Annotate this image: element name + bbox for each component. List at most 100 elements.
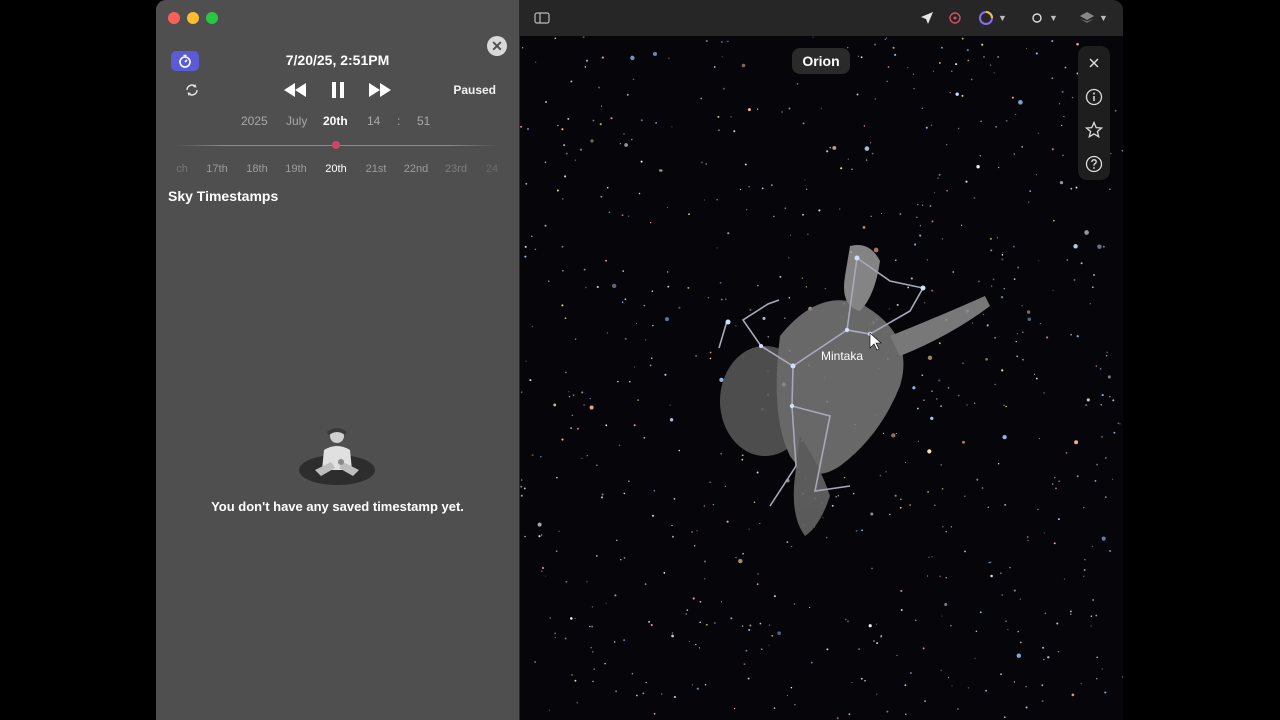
background-star — [1016, 355, 1019, 358]
minute-picker[interactable]: 51 — [417, 114, 430, 128]
background-star — [640, 160, 643, 163]
background-star — [1092, 599, 1094, 601]
day-item[interactable]: 19th — [278, 163, 314, 175]
sky-view[interactable]: ▼ ▼ ▼ Mintaka Orion — [520, 0, 1123, 720]
background-star — [733, 707, 736, 710]
background-star — [627, 215, 630, 217]
background-star — [709, 351, 712, 354]
background-star — [565, 152, 568, 155]
day-item[interactable]: 23rd — [438, 163, 474, 175]
background-star — [1035, 377, 1038, 380]
background-star — [994, 383, 996, 386]
background-star — [989, 237, 992, 240]
background-star — [667, 285, 670, 288]
background-star — [561, 304, 564, 307]
pause-button[interactable] — [328, 80, 348, 100]
location-arrow-icon[interactable] — [920, 10, 934, 26]
background-star — [643, 436, 646, 439]
day-picker[interactable]: 20th — [323, 114, 348, 128]
month-picker[interactable]: July — [286, 114, 307, 128]
background-star — [721, 56, 723, 58]
day-item[interactable]: 22nd — [398, 163, 434, 175]
layers-icon — [1080, 12, 1094, 23]
background-star — [870, 215, 872, 218]
window-zoom-button[interactable] — [206, 12, 218, 24]
background-star — [1063, 115, 1065, 118]
background-star — [1052, 289, 1054, 291]
background-star — [938, 62, 941, 64]
sync-icon[interactable] — [184, 82, 200, 98]
window-close-button[interactable] — [168, 12, 180, 24]
background-star — [796, 83, 799, 85]
background-star — [768, 624, 771, 626]
background-star — [952, 271, 955, 273]
day-item[interactable]: ch — [164, 163, 200, 175]
day-item[interactable]: 21st — [358, 163, 394, 175]
background-star — [822, 517, 824, 519]
fast-forward-button[interactable] — [367, 80, 393, 100]
background-star — [914, 243, 917, 246]
hour-picker[interactable]: 14 — [367, 114, 380, 128]
background-star — [940, 46, 943, 49]
sidebar-toggle-icon[interactable] — [534, 10, 550, 26]
background-star — [899, 212, 902, 216]
close-selection-button[interactable] — [1078, 47, 1110, 79]
background-star — [538, 535, 541, 538]
background-star — [791, 545, 793, 547]
background-star — [571, 674, 573, 676]
background-star — [990, 574, 993, 578]
background-star — [704, 683, 707, 686]
background-star — [759, 622, 762, 625]
background-star — [1057, 650, 1060, 653]
background-star — [688, 213, 690, 216]
background-star — [520, 391, 523, 393]
constellation-label[interactable]: Orion — [792, 48, 850, 74]
appearance-menu[interactable]: ▼ — [978, 10, 1007, 26]
background-star — [1112, 478, 1114, 480]
info-button[interactable] — [1078, 81, 1110, 113]
time-slider-thumb[interactable] — [332, 141, 340, 149]
background-star — [786, 541, 789, 544]
star-field[interactable]: Mintaka — [520, 36, 1123, 720]
background-star — [1110, 152, 1112, 155]
favorite-button[interactable] — [1078, 114, 1110, 146]
background-star — [596, 285, 599, 289]
day-item[interactable]: 17th — [199, 163, 235, 175]
year-picker[interactable]: 2025 — [241, 114, 268, 128]
background-star — [1005, 119, 1008, 122]
rewind-button[interactable] — [282, 80, 308, 100]
layers-menu[interactable]: ▼ — [1079, 10, 1108, 26]
background-star — [946, 144, 948, 146]
background-star — [1059, 180, 1064, 185]
background-star — [615, 690, 618, 693]
background-star — [652, 324, 654, 327]
day-item[interactable]: 24 — [474, 163, 510, 175]
background-star — [928, 556, 930, 559]
chevron-down-icon: ▼ — [1099, 13, 1108, 23]
filter-icon[interactable] — [948, 10, 962, 26]
background-star — [864, 146, 870, 151]
day-item-selected[interactable]: 20th — [318, 163, 354, 175]
background-star — [940, 405, 942, 407]
background-star — [1012, 245, 1015, 248]
help-button[interactable] — [1078, 148, 1110, 180]
background-star — [576, 427, 579, 430]
background-star — [1011, 96, 1014, 99]
display-menu[interactable]: ▼ — [1031, 10, 1058, 26]
background-star — [807, 233, 809, 235]
background-star — [537, 522, 542, 527]
star-icon — [1085, 121, 1103, 139]
day-item[interactable]: 18th — [239, 163, 275, 175]
background-star — [980, 120, 982, 123]
background-star — [608, 211, 611, 214]
background-star — [540, 456, 542, 458]
background-star — [962, 440, 965, 444]
background-star — [520, 485, 523, 488]
background-star — [881, 212, 883, 215]
background-star — [1055, 487, 1057, 490]
window-minimize-button[interactable] — [187, 12, 199, 24]
background-star — [975, 630, 978, 633]
sky-side-toolbar — [1078, 46, 1110, 180]
background-star — [618, 444, 621, 447]
background-star — [520, 494, 523, 497]
